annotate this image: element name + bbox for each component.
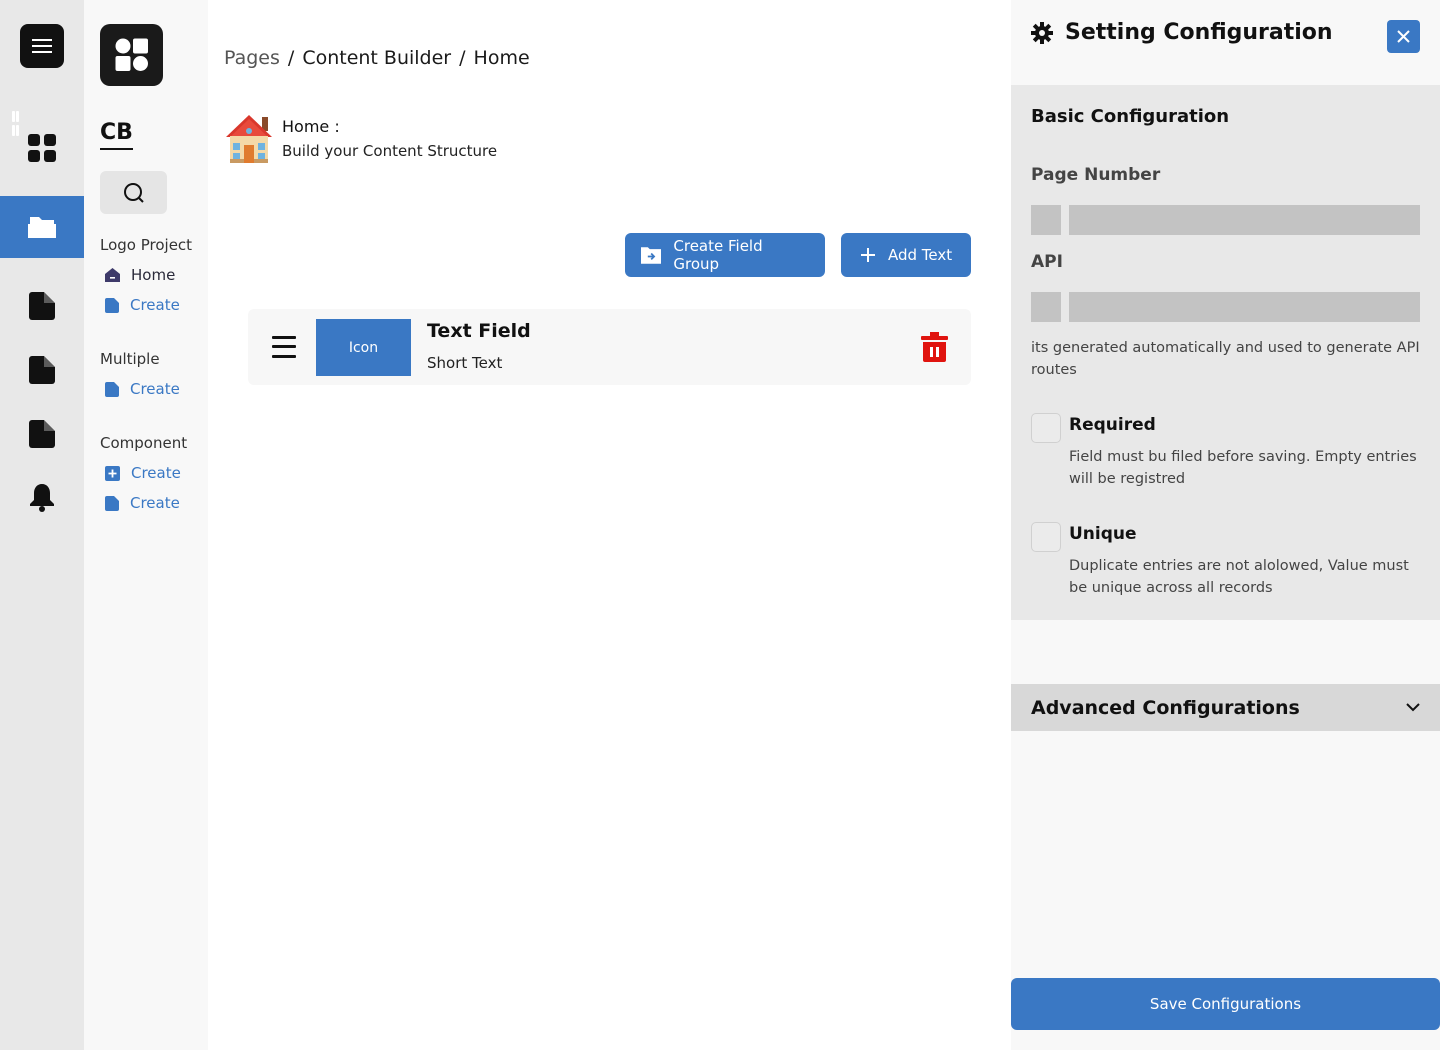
rail-page-3[interactable] xyxy=(0,403,84,465)
sidebar-item-label: Home xyxy=(131,266,176,284)
breadcrumb-item: Home xyxy=(473,47,530,69)
page-subtitle: Build your Content Structure xyxy=(282,142,498,160)
field-title: Text Field xyxy=(427,320,531,342)
settings-panel: Setting Configuration Basic Configuratio… xyxy=(1011,0,1440,1050)
page-number-input[interactable] xyxy=(1069,205,1420,235)
settings-header: Setting Configuration xyxy=(1031,20,1333,45)
sidebar-item-create[interactable]: Create xyxy=(105,296,180,314)
search-button[interactable] xyxy=(100,171,167,214)
search-icon xyxy=(123,182,144,203)
section-title: Multiple xyxy=(100,350,160,368)
sidebar-item-create[interactable]: Create xyxy=(105,380,180,398)
breadcrumb-item[interactable]: Pages xyxy=(224,47,280,69)
field-type: Short Text xyxy=(427,354,503,372)
plus-icon xyxy=(861,248,875,262)
page-icon xyxy=(29,356,55,384)
brand-label: CB xyxy=(100,120,133,150)
sidebar-item-label: Create xyxy=(130,380,180,398)
api-label: API xyxy=(1031,252,1063,272)
sidebar-item-label: Create xyxy=(130,494,180,512)
basic-configuration: Basic Configuration Page Number API its … xyxy=(1011,85,1440,620)
unique-label: Unique xyxy=(1069,524,1137,544)
menu-button[interactable] xyxy=(20,24,64,68)
trash-icon[interactable] xyxy=(921,332,948,362)
button-label: Create Field Group xyxy=(673,237,763,273)
sidebar-item-create[interactable]: Create xyxy=(105,464,181,482)
advanced-configurations-toggle[interactable]: Advanced Configurations xyxy=(1011,684,1440,731)
close-icon xyxy=(1397,30,1410,43)
breadcrumb-separator: / xyxy=(287,47,295,69)
required-description: Field must bu filed before saving. Empty… xyxy=(1069,449,1417,487)
settings-title: Setting Configuration xyxy=(1065,20,1333,45)
page-number-prefix[interactable] xyxy=(1031,205,1061,235)
sidebar-item-home[interactable]: Home xyxy=(105,266,175,284)
api-input[interactable] xyxy=(1069,292,1420,322)
field-icon-box[interactable]: Icon xyxy=(316,319,411,376)
home-icon xyxy=(105,268,120,282)
folder-icon xyxy=(28,217,56,238)
house-icon xyxy=(226,115,272,163)
breadcrumb-separator: / xyxy=(459,47,466,69)
folder-plus-icon xyxy=(641,247,662,264)
dashboard-icon xyxy=(28,134,56,162)
rail-notifications[interactable] xyxy=(0,467,84,529)
unique-checkbox[interactable] xyxy=(1031,522,1061,552)
page-icon xyxy=(29,420,55,448)
add-box-icon xyxy=(105,465,120,481)
sidebar-item-label: Create xyxy=(130,296,180,314)
page-icon xyxy=(29,292,55,320)
rail-page-2[interactable] xyxy=(0,339,84,401)
api-hint: its generated automatically and used to … xyxy=(1031,340,1420,378)
section-title: Component xyxy=(100,434,188,452)
icon-rail xyxy=(0,0,84,1050)
add-text-button[interactable]: Add Text xyxy=(841,233,971,277)
app-logo[interactable] xyxy=(100,24,163,86)
rail-folder[interactable] xyxy=(0,196,84,258)
chevron-down-icon xyxy=(1406,703,1420,712)
section-title: Logo Project xyxy=(100,236,193,254)
drag-handle-icon[interactable] xyxy=(272,336,296,358)
unique-description: Duplicate entries are not alolowed, Valu… xyxy=(1069,558,1409,596)
gear-icon xyxy=(1031,21,1053,44)
field-card[interactable]: Icon Text Field Short Text xyxy=(248,309,971,385)
button-label: Add Text xyxy=(888,246,953,264)
create-field-group-button[interactable]: Create Field Group xyxy=(625,233,825,277)
required-checkbox[interactable] xyxy=(1031,413,1061,443)
rail-dashboard[interactable] xyxy=(0,117,84,179)
bell-icon xyxy=(30,484,54,512)
sidebar-item-label: Create xyxy=(131,464,181,482)
page-icon xyxy=(105,495,119,511)
page-title: Home : xyxy=(282,117,340,136)
page-number-label: Page Number xyxy=(1031,165,1161,185)
page-icon xyxy=(105,297,119,313)
breadcrumb: Pages / Content Builder / Home xyxy=(224,47,530,69)
close-button[interactable] xyxy=(1387,20,1420,53)
page-icon xyxy=(105,381,119,397)
save-configurations-button[interactable]: Save Configurations xyxy=(1011,978,1440,1030)
sidebar-item-create[interactable]: Create xyxy=(105,494,180,512)
content-sidebar: CB Logo Project Home Create Multiple Cre… xyxy=(84,0,208,1050)
section-title: Basic Configuration xyxy=(1031,106,1230,127)
logo-icon xyxy=(115,38,148,71)
menu-icon xyxy=(32,39,52,53)
rail-page-1[interactable] xyxy=(0,275,84,337)
advanced-label: Advanced Configurations xyxy=(1031,696,1300,719)
required-label: Required xyxy=(1069,415,1156,435)
api-prefix[interactable] xyxy=(1031,292,1061,322)
breadcrumb-item[interactable]: Content Builder xyxy=(302,47,451,69)
